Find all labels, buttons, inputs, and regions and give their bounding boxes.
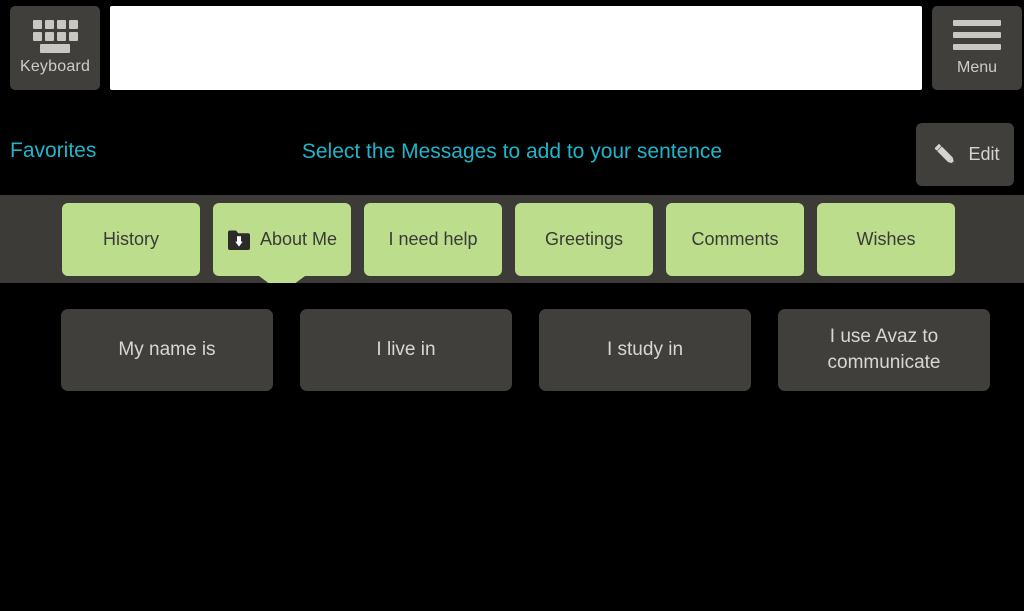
menu-button-label: Menu xyxy=(956,58,998,76)
message-button[interactable]: My name is xyxy=(61,309,273,391)
category-tab-label: About Me xyxy=(259,229,338,250)
folder-download-icon xyxy=(227,230,250,250)
category-tab-label: Comments xyxy=(691,229,779,250)
message-button[interactable]: I study in xyxy=(539,309,751,391)
edit-button[interactable]: Edit xyxy=(916,123,1014,186)
top-bar: Keyboard Menu xyxy=(0,0,1024,96)
message-button-label: I use Avaz to communicate xyxy=(827,326,941,373)
message-button[interactable]: I live in xyxy=(300,309,512,391)
edit-button-label: Edit xyxy=(968,144,1000,164)
category-tab-strip: History About Me I need help Greetings C… xyxy=(0,195,1024,283)
category-tab-label: I need help xyxy=(388,229,478,250)
category-tab-list: History About Me I need help Greetings C… xyxy=(62,203,955,276)
category-tab-i-need-help[interactable]: I need help xyxy=(364,203,502,276)
message-button-label: I live in xyxy=(376,339,436,361)
header-strip: Favorites Select the Messages to add to … xyxy=(0,96,1024,195)
message-button[interactable]: I use Avaz to communicate xyxy=(778,309,990,391)
instruction-text: Select the Messages to add to your sente… xyxy=(301,140,723,163)
category-tab-greetings[interactable]: Greetings xyxy=(515,203,653,276)
keyboard-button[interactable]: Keyboard xyxy=(10,6,100,90)
message-grid: My name is I live in I study in I use Av… xyxy=(61,309,990,391)
category-tab-label: Greetings xyxy=(544,229,624,250)
category-tab-label: History xyxy=(102,229,159,250)
message-grid-area: My name is I live in I study in I use Av… xyxy=(0,283,1024,611)
app-root: Keyboard Menu Favorites Select the Messa… xyxy=(0,0,1024,611)
category-tab-comments[interactable]: Comments xyxy=(666,203,804,276)
message-button-label: I study in xyxy=(606,339,684,361)
hamburger-menu-icon xyxy=(953,19,1001,50)
sentence-input[interactable] xyxy=(110,6,922,90)
keyboard-icon xyxy=(31,19,79,53)
pencil-icon xyxy=(935,143,955,164)
category-tab-about-me[interactable]: About Me xyxy=(213,203,351,276)
keyboard-button-label: Keyboard xyxy=(19,58,91,75)
message-button-label: My name is xyxy=(118,339,216,361)
category-tab-label: Wishes xyxy=(856,229,916,250)
category-tab-history[interactable]: History xyxy=(62,203,200,276)
menu-button[interactable]: Menu xyxy=(932,6,1022,90)
category-tab-wishes[interactable]: Wishes xyxy=(817,203,955,276)
